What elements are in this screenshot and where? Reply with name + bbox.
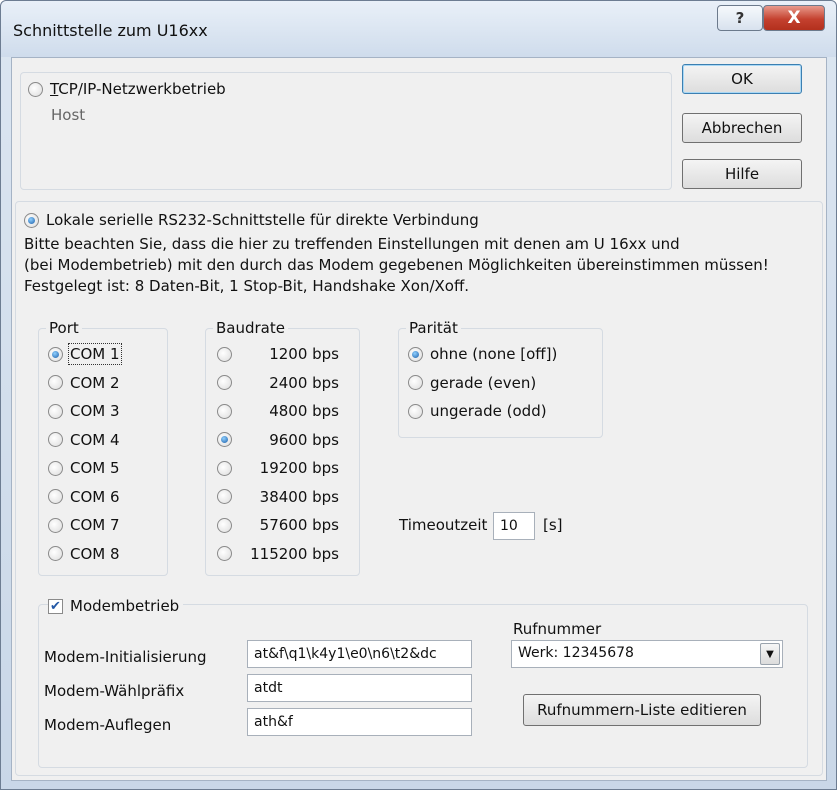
timeout-label: Timeoutzeit: [399, 516, 488, 534]
window-title: Schnittstelle zum U16xx: [13, 21, 208, 40]
port-group: Port: [38, 319, 168, 576]
baudrate-radio[interactable]: [217, 346, 232, 362]
serial-radio-circle[interactable]: [24, 212, 39, 228]
port-radio[interactable]: [48, 517, 63, 533]
modem-init-label: Modem-Initialisierung: [44, 648, 207, 666]
port-option[interactable]: COM 6: [48, 486, 120, 508]
title-bar: Schnittstelle zum U16xx ? X: [1, 1, 836, 57]
baudrate-option-label: 38400 bps: [259, 487, 339, 506]
baudrate-option[interactable]: 19200 bps: [217, 457, 339, 479]
baudrate-option[interactable]: 2400 bps: [217, 372, 339, 394]
tcp-radio-label: TCP/IP-Netzwerkbetrieb: [50, 80, 226, 98]
baudrate-option-label: 19200 bps: [259, 459, 339, 477]
timeout-unit: [s]: [543, 516, 563, 534]
parity-option-label: ohne (none [off]): [430, 345, 558, 363]
port-option-label: COM 2: [70, 373, 120, 392]
parity-option[interactable]: gerade (even): [408, 372, 536, 394]
baudrate-radio[interactable]: [217, 460, 232, 476]
parity-radio[interactable]: [408, 346, 423, 362]
baudrate-option-label: 115200 bps: [250, 544, 339, 563]
baudrate-group: Baudrate: [205, 319, 360, 576]
baudrate-option[interactable]: 1200 bps: [217, 343, 339, 365]
port-option[interactable]: COM 1: [48, 343, 122, 365]
parity-legend: Parität: [406, 319, 461, 337]
help-button[interactable]: Hilfe: [682, 159, 802, 189]
baudrate-option-label: 4800 bps: [269, 402, 339, 420]
baudrate-option-label: 9600 bps: [269, 430, 339, 449]
port-legend: Port: [46, 319, 82, 337]
baudrate-radio[interactable]: [217, 517, 232, 533]
port-radio[interactable]: [48, 346, 63, 362]
baudrate-option-label: 1200 bps: [269, 345, 339, 363]
port-option-label: COM 5: [70, 459, 120, 477]
port-option-label: COM 4: [70, 430, 120, 449]
host-label: Host: [51, 106, 86, 124]
port-option[interactable]: COM 4: [48, 429, 120, 451]
parity-radio[interactable]: [408, 403, 423, 419]
dialog-window: Schnittstelle zum U16xx ? X TCP/IP-Netzw…: [0, 0, 837, 790]
baudrate-radio[interactable]: [217, 375, 232, 390]
baudrate-option[interactable]: 38400 bps: [217, 486, 339, 508]
baudrate-option[interactable]: 4800 bps: [217, 400, 339, 422]
number-label: Rufnummer: [513, 620, 602, 638]
baudrate-option-label: 2400 bps: [269, 373, 339, 392]
port-option[interactable]: COM 5: [48, 457, 120, 479]
modem-checkbox[interactable]: ✔ Modembetrieb: [48, 595, 184, 617]
parity-option[interactable]: ungerade (odd): [408, 400, 547, 422]
modem-checkbox-label: Modembetrieb: [70, 597, 180, 615]
number-select[interactable]: Werk: 12345678 ▼: [511, 640, 783, 668]
tcp-radio-circle[interactable]: [28, 81, 43, 97]
modem-dial-input[interactable]: atdt: [247, 674, 472, 702]
port-radio[interactable]: [48, 403, 63, 419]
port-option[interactable]: COM 2: [48, 372, 120, 394]
port-radio[interactable]: [48, 432, 63, 447]
modem-init-input[interactable]: at&f\q1\k4y1\e0\n6\t2&dc: [247, 640, 472, 668]
port-radio[interactable]: [48, 375, 63, 390]
baudrate-option-label: 57600 bps: [259, 516, 339, 534]
modem-dial-label: Modem-Wählpräfix: [44, 682, 185, 700]
port-option[interactable]: COM 7: [48, 514, 120, 536]
port-option[interactable]: COM 8: [48, 543, 120, 565]
port-radio[interactable]: [48, 460, 63, 476]
number-select-value: Werk: 12345678: [518, 645, 634, 661]
serial-radio[interactable]: Lokale serielle RS232-Schnittstelle für …: [24, 209, 479, 231]
port-radio[interactable]: [48, 489, 63, 504]
serial-info-line-3: Festgelegt ist: 8 Daten-Bit, 1 Stop-Bit,…: [24, 277, 470, 295]
port-option[interactable]: COM 3: [48, 400, 120, 422]
port-option-label: COM 6: [70, 487, 120, 506]
baudrate-option[interactable]: 115200 bps: [217, 543, 339, 565]
port-radio[interactable]: [48, 546, 63, 561]
port-option-label: COM 3: [70, 402, 120, 420]
close-icon[interactable]: X: [763, 5, 825, 31]
baudrate-radio[interactable]: [217, 546, 232, 561]
port-option-label: COM 7: [70, 516, 120, 534]
chevron-down-icon[interactable]: ▼: [760, 643, 780, 665]
tcp-radio[interactable]: TCP/IP-Netzwerkbetrieb: [28, 78, 226, 100]
ok-button[interactable]: OK: [682, 64, 802, 94]
parity-option-label: gerade (even): [430, 373, 537, 392]
edit-number-list-button[interactable]: Rufnummern-Liste editieren: [523, 694, 761, 726]
port-option-label: COM 1: [68, 343, 122, 365]
help-icon[interactable]: ?: [717, 5, 763, 31]
modem-hangup-input[interactable]: ath&f: [247, 708, 472, 736]
modem-hangup-label: Modem-Auflegen: [44, 716, 172, 734]
cancel-button[interactable]: Abbrechen: [682, 113, 802, 143]
parity-option[interactable]: ohne (none [off]): [408, 343, 557, 365]
modem-checkbox-box[interactable]: ✔: [48, 598, 63, 614]
serial-info-line-1: Bitte beachten Sie, dass die hier zu tre…: [24, 235, 680, 253]
baudrate-legend: Baudrate: [213, 319, 288, 337]
serial-info-line-2: (bei Modembetrieb) mit den durch das Mod…: [24, 256, 769, 274]
baudrate-option[interactable]: 9600 bps: [217, 429, 339, 451]
parity-option-label: ungerade (odd): [430, 402, 547, 420]
baudrate-radio[interactable]: [217, 403, 232, 419]
serial-radio-label: Lokale serielle RS232-Schnittstelle für …: [46, 211, 479, 229]
dialog-client-area: TCP/IP-Netzwerkbetrieb Host OK Abbrechen…: [11, 57, 827, 781]
baudrate-radio[interactable]: [217, 489, 232, 504]
timeout-input[interactable]: 10: [493, 512, 535, 540]
parity-radio[interactable]: [408, 375, 423, 390]
baudrate-radio[interactable]: [217, 432, 232, 447]
tcp-radio-label-rest: CP/IP-Netzwerkbetrieb: [58, 80, 226, 98]
baudrate-option[interactable]: 57600 bps: [217, 514, 339, 536]
port-option-label: COM 8: [70, 544, 120, 563]
